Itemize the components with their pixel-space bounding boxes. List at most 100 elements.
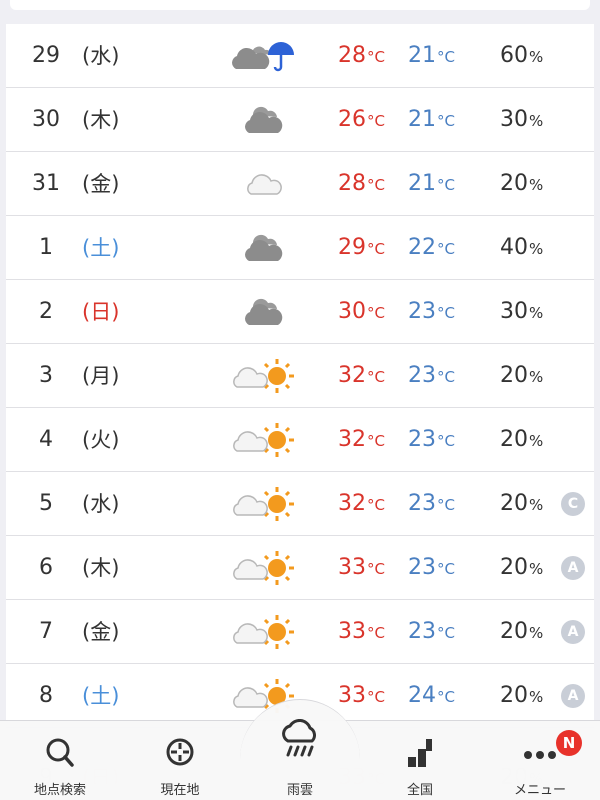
tab-location-search[interactable]: 地点検索 — [0, 721, 120, 800]
low-temp: 21°C — [408, 24, 468, 88]
percent-unit: % — [529, 432, 544, 450]
high-temp-value: 26 — [338, 107, 366, 132]
low-temp-value: 24 — [408, 683, 436, 708]
temp-unit: °C — [367, 688, 385, 706]
temp-unit: °C — [437, 368, 455, 386]
reliability-badge: A — [561, 620, 585, 644]
temp-unit: °C — [367, 112, 385, 130]
low-temp-value: 23 — [408, 619, 436, 644]
precip-chance: 30% — [500, 280, 560, 344]
tab-current-location[interactable]: 現在地 — [120, 721, 240, 800]
forecast-weekday: (火) — [82, 428, 120, 452]
low-temp-value: 23 — [408, 427, 436, 452]
high-temp: 28°C — [338, 152, 398, 216]
precip-value: 60 — [500, 43, 528, 68]
high-temp: 29°C — [338, 216, 398, 280]
precip-value: 20 — [500, 619, 528, 644]
temp-unit: °C — [367, 624, 385, 642]
precip-chance: 30% — [500, 88, 560, 152]
high-temp-value: 33 — [338, 683, 366, 708]
high-temp-value: 33 — [338, 555, 366, 580]
percent-unit: % — [529, 560, 544, 578]
temp-unit: °C — [437, 240, 455, 258]
low-temp-value: 23 — [408, 363, 436, 388]
percent-unit: % — [529, 624, 544, 642]
percent-unit: % — [529, 176, 544, 194]
high-temp-value: 32 — [338, 363, 366, 388]
temp-unit: °C — [437, 176, 455, 194]
high-temp-value: 32 — [338, 427, 366, 452]
cloudy-icon — [218, 280, 308, 344]
low-temp-value: 22 — [408, 235, 436, 260]
low-temp: 21°C — [408, 152, 468, 216]
precip-value: 40 — [500, 235, 528, 260]
tab-label: 現在地 — [160, 783, 200, 798]
forecast-date: 31 — [32, 171, 60, 196]
forecast-row: 30 (木) 26°C 21°C 30% — [6, 88, 594, 152]
search-icon — [46, 738, 74, 767]
cloud-light-icon — [218, 152, 308, 216]
cloud-sun-icon — [218, 408, 308, 472]
temp-unit: °C — [367, 432, 385, 450]
precip-chance: 20% — [500, 536, 560, 600]
tab-rain-cloud[interactable]: 雨雲 — [240, 719, 360, 800]
precip-value: 20 — [500, 555, 528, 580]
temp-unit: °C — [437, 304, 455, 322]
low-temp-value: 23 — [408, 555, 436, 580]
precip-value: 20 — [500, 171, 528, 196]
low-temp: 22°C — [408, 216, 468, 280]
reliability-badge: A — [561, 684, 585, 708]
tab-menu[interactable]: メニュー — [480, 721, 600, 800]
high-temp-value: 32 — [338, 491, 366, 516]
reliability-badge: C — [561, 492, 585, 516]
precip-chance: 20% — [500, 408, 560, 472]
temp-unit: °C — [437, 496, 455, 514]
low-temp-value: 21 — [408, 43, 436, 68]
temp-unit: °C — [437, 432, 455, 450]
weekly-forecast-table: 29 (水) 28°C 21°C 60% 30 (木) 26°C 21°C 30% 31 (金) 28°… — [6, 24, 594, 784]
forecast-weekday: (金) — [82, 172, 120, 196]
precip-value: 20 — [500, 427, 528, 452]
high-temp-value: 28 — [338, 43, 366, 68]
temp-unit: °C — [367, 560, 385, 578]
high-temp-value: 30 — [338, 299, 366, 324]
temp-unit: °C — [367, 496, 385, 514]
forecast-weekday: (水) — [82, 492, 120, 516]
high-temp: 26°C — [338, 88, 398, 152]
low-temp: 23°C — [408, 536, 468, 600]
forecast-row: 6 (木) 33°C 23°C 20% A — [6, 536, 594, 600]
forecast-row: 29 (水) 28°C 21°C 60% — [6, 24, 594, 88]
forecast-row: 31 (金) 28°C 21°C 20% — [6, 152, 594, 216]
precip-chance: 20% — [500, 152, 560, 216]
precip-value: 20 — [500, 363, 528, 388]
precip-chance: 20% — [500, 472, 560, 536]
precip-chance: 20% — [500, 664, 560, 728]
low-temp-value: 21 — [408, 107, 436, 132]
tab-nationwide[interactable]: 全国 — [360, 721, 480, 800]
low-temp-value: 23 — [408, 299, 436, 324]
low-temp-value: 21 — [408, 171, 436, 196]
reliability-badge: A — [561, 556, 585, 580]
low-temp: 23°C — [408, 600, 468, 664]
forecast-weekday: (月) — [82, 364, 120, 388]
cloudy-icon — [218, 216, 308, 280]
temp-unit: °C — [437, 688, 455, 706]
forecast-date: 30 — [32, 107, 60, 132]
temp-unit: °C — [437, 112, 455, 130]
cloud-sun-icon — [218, 600, 308, 664]
forecast-date: 5 — [39, 491, 53, 516]
low-temp-value: 23 — [408, 491, 436, 516]
forecast-date: 7 — [39, 619, 53, 644]
high-temp: 32°C — [338, 344, 398, 408]
forecast-date: 3 — [39, 363, 53, 388]
high-temp: 32°C — [338, 408, 398, 472]
map-bars-icon — [408, 739, 432, 767]
low-temp: 23°C — [408, 408, 468, 472]
forecast-weekday: (土) — [82, 236, 120, 260]
forecast-date: 2 — [39, 299, 53, 324]
temp-unit: °C — [437, 624, 455, 642]
low-temp: 23°C — [408, 344, 468, 408]
percent-unit: % — [529, 240, 544, 258]
temp-unit: °C — [367, 48, 385, 66]
precip-value: 20 — [500, 491, 528, 516]
